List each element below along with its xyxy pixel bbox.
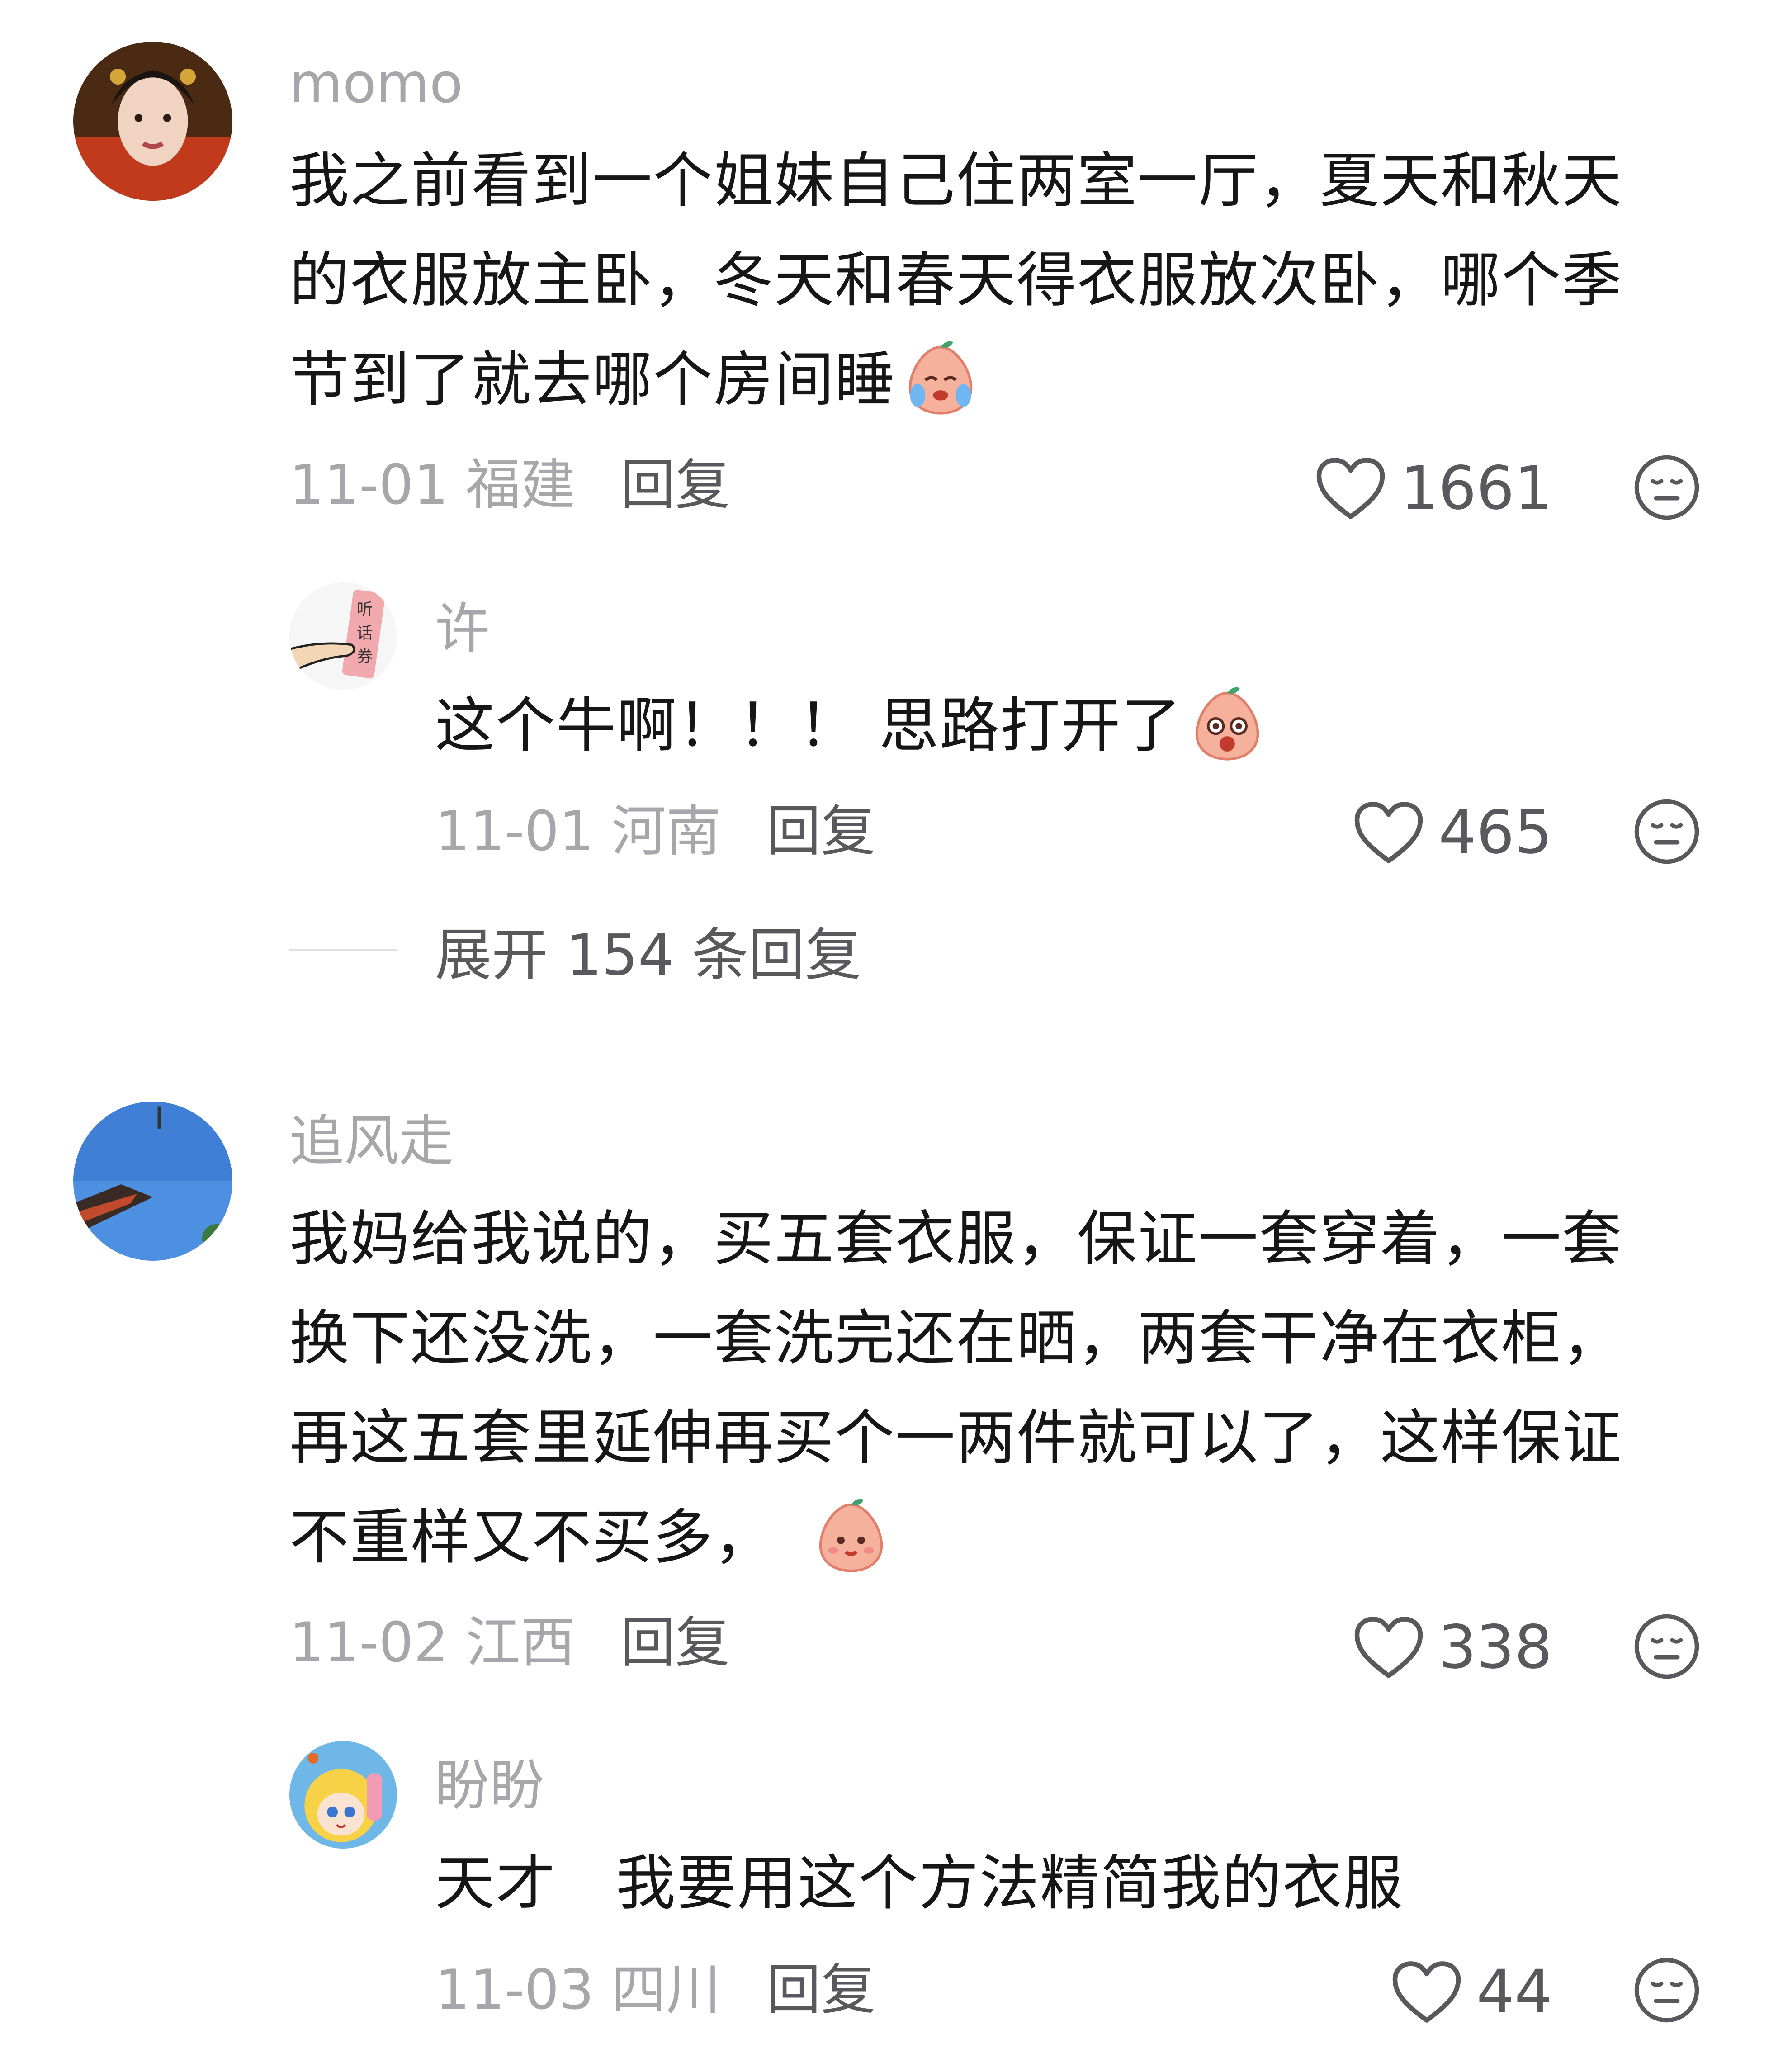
neutral-face-icon[interactable] — [1632, 1956, 1701, 2025]
like-button[interactable]: 338 — [1353, 1613, 1552, 1681]
like-count: 465 — [1438, 798, 1552, 867]
avatar[interactable]: 听 话 券 — [289, 582, 397, 690]
comment-text: 天才 我要用这个方法精简我的衣服 — [435, 1834, 1404, 1933]
date-location: 11-02 江西 — [289, 1611, 576, 1675]
comment-text: 这个牛啊！！！ 思路打开了 — [435, 676, 1268, 776]
divider — [289, 949, 397, 951]
neutral-face-icon[interactable] — [1632, 1612, 1701, 1681]
date-location: 11-03 四川 — [435, 1958, 721, 2022]
expand-replies-label: 展开 154 条回复 — [435, 922, 862, 988]
comment-text: 我妈给我说的，买五套衣服，保证一套穿着，一套 换下还没洗，一套洗完还在晒，两套干… — [289, 1189, 1622, 1587]
comment-line: 换下还没洗，一套洗完还在晒，两套干净在衣柜， — [289, 1304, 1622, 1373]
like-count: 1661 — [1400, 454, 1552, 523]
like-button[interactable]: 1661 — [1315, 454, 1552, 522]
comment-line: 我妈给我说的，买五套衣服，保证一套穿着，一套 — [289, 1204, 1622, 1274]
heart-outline-icon — [1390, 1958, 1463, 2026]
heart-outline-icon — [1315, 454, 1387, 522]
username[interactable]: 许 — [435, 601, 490, 656]
like-button[interactable]: 44 — [1390, 1958, 1552, 2026]
comment-meta: 11-01 河南 回复 — [435, 804, 875, 859]
comment-line-text: 这个牛啊！！！ 思路打开了 — [435, 691, 1182, 761]
comment-text: 我之前看到一个姐妹自己住两室一厅，夏天和秋天 的衣服放主卧，冬天和春天得衣服放次… — [289, 131, 1622, 430]
reply-button[interactable]: 回复 — [766, 1958, 875, 2022]
crying-peach-emoji — [900, 337, 981, 418]
expand-replies-button[interactable]: 展开 154 条回复 — [289, 909, 861, 991]
comment-meta: 11-03 四川 回复 — [435, 1963, 875, 2017]
date-location: 11-01 河南 — [435, 799, 721, 863]
like-count: 338 — [1438, 1613, 1552, 1682]
heart-outline-icon — [1353, 799, 1425, 866]
like-button[interactable]: 465 — [1353, 799, 1552, 866]
comment-line: 节到了就去哪个房间睡 — [289, 330, 1622, 430]
heart-outline-icon — [1353, 1613, 1425, 1681]
avatar[interactable] — [73, 42, 232, 201]
smiling-peach-emoji — [810, 1495, 892, 1576]
comment-line: 再这五套里延伸再买个一两件就可以了，这样保证 — [289, 1403, 1622, 1473]
reply-button[interactable]: 回复 — [620, 1611, 730, 1675]
comment-line: 我之前看到一个姐妹自己住两室一厅，夏天和秋天 — [289, 146, 1622, 216]
comment-line-text: 节到了就去哪个房间睡 — [289, 345, 895, 415]
svg-text:话: 话 — [357, 624, 373, 643]
comment-line-text: 不重样又不买多， — [289, 1503, 774, 1572]
username[interactable]: 盼盼 — [435, 1758, 544, 1813]
comment-line: 天才 我要用这个方法精简我的衣服 — [435, 1849, 1404, 1918]
neutral-face-icon[interactable] — [1632, 797, 1701, 866]
svg-text:券: 券 — [357, 648, 373, 666]
reply-button[interactable]: 回复 — [766, 799, 875, 863]
neutral-face-icon[interactable] — [1632, 453, 1701, 522]
date-location: 11-01 福建 — [289, 453, 576, 517]
comment-line: 这个牛啊！！！ 思路打开了 — [435, 676, 1268, 776]
comment-line: 不重样又不买多， — [289, 1488, 1622, 1587]
comment-meta: 11-02 江西 回复 — [289, 1615, 730, 1670]
avatar-text: 听 — [357, 600, 373, 619]
reply-button[interactable]: 回复 — [620, 453, 730, 517]
avatar[interactable] — [73, 1102, 232, 1261]
username[interactable]: 追风走 — [289, 1114, 454, 1168]
comment-line: 的衣服放主卧，冬天和春天得衣服放次卧，哪个季 — [289, 246, 1622, 315]
like-count: 44 — [1476, 1957, 1552, 2027]
shocked-peach-emoji — [1187, 683, 1268, 764]
avatar[interactable] — [289, 1741, 397, 1849]
comment-meta: 11-01 福建 回复 — [289, 458, 730, 512]
comment-thread: momo 我之前看到一个姐妹自己住两室一厅，夏天和秋天 的衣服放主卧，冬天和春天… — [0, 0, 1783, 2072]
username[interactable]: momo — [289, 56, 463, 111]
